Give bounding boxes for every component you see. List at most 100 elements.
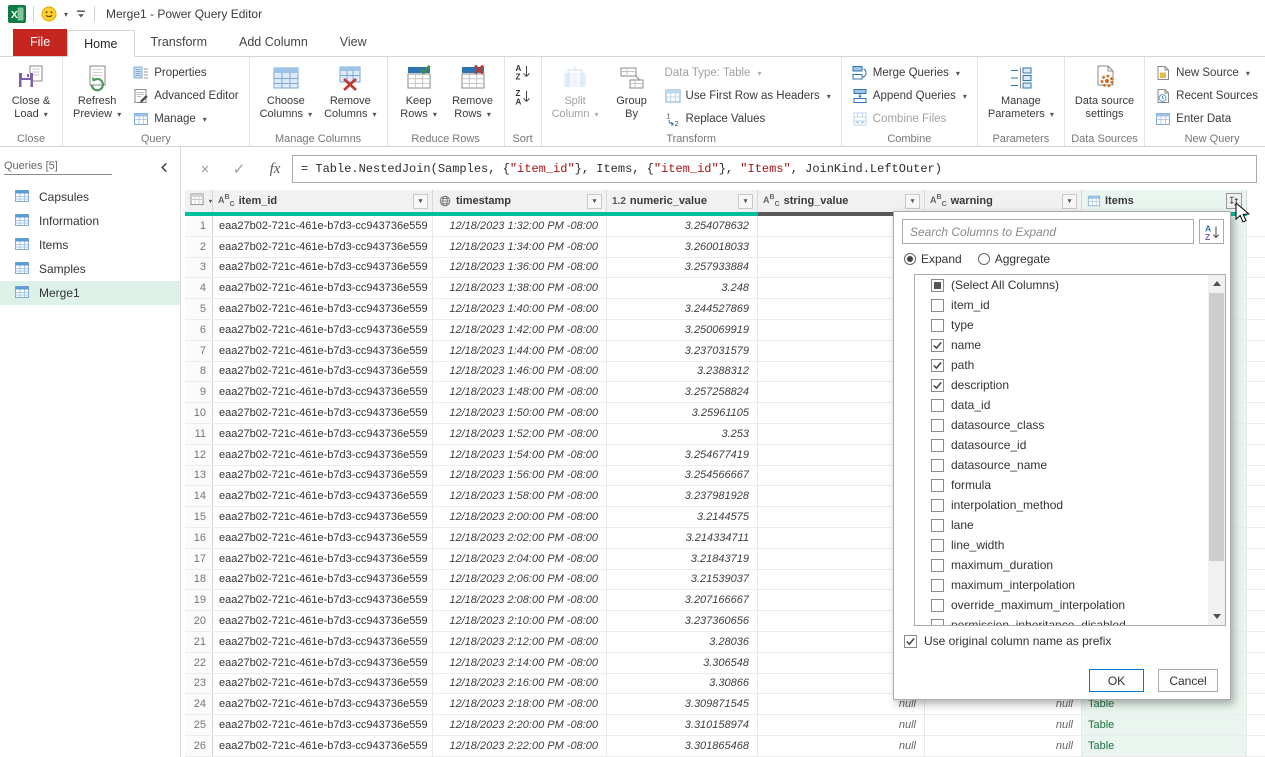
row-number[interactable]: 22 — [185, 653, 213, 673]
nested-table-link[interactable]: Table — [1082, 715, 1247, 735]
smiley-dropdown-caret[interactable]: ▾ — [64, 10, 68, 19]
cell-item_id[interactable]: eaa27b02-721c-461e-b7d3-cc943736e559 — [213, 632, 433, 652]
cell-numeric_value[interactable]: 3.237981928 — [607, 486, 758, 506]
cell-warning[interactable]: null — [925, 736, 1082, 756]
sort-descending-button[interactable]: ZA — [512, 86, 534, 108]
row-number[interactable]: 19 — [185, 590, 213, 610]
cell-timestamp[interactable]: 12/18/2023 1:56:00 PM -08:00 — [433, 466, 607, 486]
cell-item_id[interactable]: eaa27b02-721c-461e-b7d3-cc943736e559 — [213, 715, 433, 735]
ok-button[interactable]: OK — [1089, 669, 1144, 692]
choose-columns-button[interactable]: ChooseColumns ▾ — [257, 61, 315, 123]
column-header-timestamp[interactable]: timestamp▾ — [433, 190, 607, 212]
filter-dropdown-icon[interactable]: ▾ — [905, 194, 920, 209]
cancel-formula-icon[interactable]: × — [194, 159, 216, 179]
cell-numeric_value[interactable]: 3.306548 — [607, 653, 758, 673]
cell-timestamp[interactable]: 12/18/2023 2:20:00 PM -08:00 — [433, 715, 607, 735]
row-number[interactable]: 12 — [185, 445, 213, 465]
column-option-lane[interactable]: lane — [915, 515, 1225, 535]
cell-timestamp[interactable]: 12/18/2023 2:18:00 PM -08:00 — [433, 694, 607, 714]
cell-item_id[interactable]: eaa27b02-721c-461e-b7d3-cc943736e559 — [213, 403, 433, 423]
cell-item_id[interactable]: eaa27b02-721c-461e-b7d3-cc943736e559 — [213, 736, 433, 756]
cell-numeric_value[interactable]: 3.207166667 — [607, 590, 758, 610]
column-header-string_value[interactable]: ABCstring_value▾ — [758, 190, 925, 212]
row-number[interactable]: 17 — [185, 549, 213, 569]
row-number[interactable]: 11 — [185, 424, 213, 444]
cell-item_id[interactable]: eaa27b02-721c-461e-b7d3-cc943736e559 — [213, 278, 433, 298]
cell-item_id[interactable]: eaa27b02-721c-461e-b7d3-cc943736e559 — [213, 258, 433, 278]
row-number[interactable]: 20 — [185, 611, 213, 631]
cell-timestamp[interactable]: 12/18/2023 1:36:00 PM -08:00 — [433, 258, 607, 278]
cell-item_id[interactable]: eaa27b02-721c-461e-b7d3-cc943736e559 — [213, 486, 433, 506]
data-source-settings-button[interactable]: Data sourcesettings — [1072, 61, 1137, 122]
tab-transform[interactable]: Transform — [135, 29, 224, 56]
cell-timestamp[interactable]: 12/18/2023 1:58:00 PM -08:00 — [433, 486, 607, 506]
filter-dropdown-icon[interactable]: ▾ — [1062, 194, 1077, 209]
cell-timestamp[interactable]: 12/18/2023 2:10:00 PM -08:00 — [433, 611, 607, 631]
cell-timestamp[interactable]: 12/18/2023 1:32:00 PM -08:00 — [433, 216, 607, 236]
prefix-checkbox[interactable] — [904, 635, 917, 648]
column-option-formula[interactable]: formula — [915, 475, 1225, 495]
row-number[interactable]: 7 — [185, 341, 213, 361]
row-number[interactable]: 25 — [185, 715, 213, 735]
enter-data-button[interactable]: Enter Data — [1152, 108, 1265, 130]
tab-add-column[interactable]: Add Column — [223, 29, 324, 56]
radio-aggregate[interactable]: Aggregate — [978, 252, 1050, 266]
row-number[interactable]: 10 — [185, 403, 213, 423]
listbox-scrollbar[interactable] — [1208, 275, 1225, 625]
cell-item_id[interactable]: eaa27b02-721c-461e-b7d3-cc943736e559 — [213, 382, 433, 402]
cell-timestamp[interactable]: 12/18/2023 2:08:00 PM -08:00 — [433, 590, 607, 610]
cell-item_id[interactable]: eaa27b02-721c-461e-b7d3-cc943736e559 — [213, 320, 433, 340]
sidebar-item-capsules[interactable]: Capsules — [0, 185, 180, 209]
scroll-down-icon[interactable] — [1208, 608, 1225, 625]
filter-dropdown-icon[interactable]: ▾ — [738, 194, 753, 209]
cell-numeric_value[interactable]: 3.237031579 — [607, 341, 758, 361]
row-number[interactable]: 24 — [185, 694, 213, 714]
column-option-item_id[interactable]: item_id — [915, 295, 1225, 315]
nested-table-link[interactable]: Table — [1082, 736, 1247, 756]
cell-numeric_value[interactable]: 3.2388312 — [607, 362, 758, 382]
cell-item_id[interactable]: eaa27b02-721c-461e-b7d3-cc943736e559 — [213, 528, 433, 548]
cell-numeric_value[interactable]: 3.21539037 — [607, 570, 758, 590]
sort-ascending-button[interactable]: AZ — [512, 61, 534, 83]
column-option-maximum_interpolation[interactable]: maximum_interpolation — [915, 575, 1225, 595]
scroll-up-icon[interactable] — [1208, 275, 1225, 292]
cell-timestamp[interactable]: 12/18/2023 2:14:00 PM -08:00 — [433, 653, 607, 673]
cell-timestamp[interactable]: 12/18/2023 1:34:00 PM -08:00 — [433, 237, 607, 257]
column-option-override_maximum_interpolation[interactable]: override_maximum_interpolation — [915, 595, 1225, 615]
new-source-button[interactable]: New Source▾ — [1152, 62, 1265, 84]
cell-item_id[interactable]: eaa27b02-721c-461e-b7d3-cc943736e559 — [213, 466, 433, 486]
cell-numeric_value[interactable]: 3.250069919 — [607, 320, 758, 340]
cell-item_id[interactable]: eaa27b02-721c-461e-b7d3-cc943736e559 — [213, 590, 433, 610]
column-option-interpolation_method[interactable]: interpolation_method — [915, 495, 1225, 515]
cell-item_id[interactable]: eaa27b02-721c-461e-b7d3-cc943736e559 — [213, 424, 433, 444]
cell-item_id[interactable]: eaa27b02-721c-461e-b7d3-cc943736e559 — [213, 445, 433, 465]
row-number[interactable]: 18 — [185, 570, 213, 590]
cell-timestamp[interactable]: 12/18/2023 2:22:00 PM -08:00 — [433, 736, 607, 756]
cell-item_id[interactable]: eaa27b02-721c-461e-b7d3-cc943736e559 — [213, 694, 433, 714]
scrollbar-thumb[interactable] — [1209, 293, 1224, 561]
cell-string_value[interactable]: null — [758, 736, 925, 756]
merge-queries-button[interactable]: Merge Queries▾ — [849, 62, 970, 84]
cell-numeric_value[interactable]: 3.30866 — [607, 674, 758, 694]
filter-dropdown-icon[interactable]: ▾ — [587, 194, 602, 209]
row-number[interactable]: 1 — [185, 216, 213, 236]
column-option-description[interactable]: description — [915, 375, 1225, 395]
split-column-button[interactable]: SplitColumn ▾ — [549, 61, 602, 123]
sidebar-item-samples[interactable]: Samples — [0, 257, 180, 281]
cell-numeric_value[interactable]: 3.2144575 — [607, 507, 758, 527]
refresh-preview-button[interactable]: RefreshPreview ▾ — [70, 61, 124, 123]
column-option--select-all-columns-[interactable]: (Select All Columns) — [915, 275, 1225, 295]
tab-file[interactable]: File — [13, 29, 67, 56]
commit-formula-icon[interactable]: ✓ — [228, 159, 250, 179]
row-number[interactable]: 8 — [185, 362, 213, 382]
cell-timestamp[interactable]: 12/18/2023 1:44:00 PM -08:00 — [433, 341, 607, 361]
cell-item_id[interactable]: eaa27b02-721c-461e-b7d3-cc943736e559 — [213, 507, 433, 527]
keep-rows-button[interactable]: KeepRows ▾ — [395, 61, 443, 123]
cell-item_id[interactable]: eaa27b02-721c-461e-b7d3-cc943736e559 — [213, 611, 433, 631]
column-header-warning[interactable]: ABCwarning▾ — [925, 190, 1082, 212]
cell-numeric_value[interactable]: 3.253 — [607, 424, 758, 444]
formula-input[interactable]: = Table.NestedJoin(Samples, {"item_id"},… — [292, 155, 1257, 183]
column-option-data_id[interactable]: data_id — [915, 395, 1225, 415]
cell-string_value[interactable]: null — [758, 715, 925, 735]
feedback-smiley-icon[interactable] — [41, 6, 57, 22]
